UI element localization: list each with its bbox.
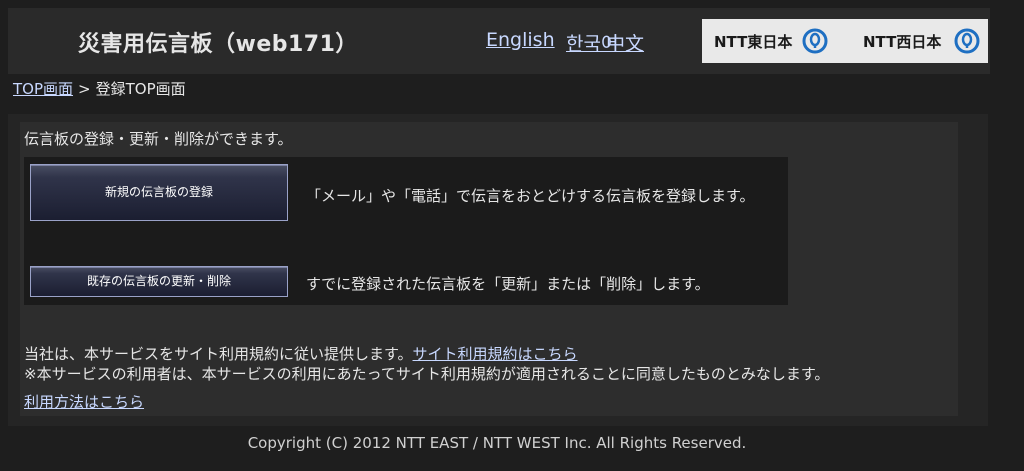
usage-notice: 利用方法はこちら xyxy=(24,391,144,412)
copyright: Copyright (C) 2012 NTT EAST / NTT WEST I… xyxy=(247,434,747,452)
breadcrumb: TOP画面 > 登録TOP画面 xyxy=(13,78,186,99)
ntt-west-logo-icon xyxy=(954,28,980,54)
site-header: 災害用伝言板（web171） English 한국어 中文 NTT東日本 NTT… xyxy=(8,8,990,74)
intro-text: 伝言板の登録・更新・削除ができます。 xyxy=(24,130,293,148)
ntt-logos: NTT東日本 NTT西日本 xyxy=(702,19,988,63)
edit-board-button[interactable]: 既存の伝言板の更新・削除 xyxy=(30,266,288,297)
lang-english-link[interactable]: English xyxy=(486,29,555,51)
site-title: 災害用伝言板（web171） xyxy=(78,32,358,57)
breadcrumb-current: 登録TOP画面 xyxy=(95,80,186,98)
new-board-description: 「メール」や「電話」で伝言をおとどけする伝言板を登録します。 xyxy=(306,187,755,205)
ntt-west-logo-text: NTT西日本 xyxy=(863,33,942,51)
main-panel: 伝言板の登録・更新・削除ができます。 新規の伝言板の登録 「メール」や「電話」で… xyxy=(8,114,988,426)
lang-chinese-link[interactable]: 中文 xyxy=(606,29,644,56)
options-box: 新規の伝言板の登録 「メール」や「電話」で伝言をおとどけする伝言板を登録します。… xyxy=(24,157,788,305)
ntt-east-logo-icon xyxy=(802,28,828,54)
terms-notice: 当社は、本サービスをサイト利用規約に従い提供します。サイト利用規約はこちら xyxy=(24,343,578,364)
terms-link[interactable]: サイト利用規約はこちら xyxy=(413,345,578,363)
breadcrumb-top-link[interactable]: TOP画面 xyxy=(13,80,73,98)
content-box: 伝言板の登録・更新・削除ができます。 新規の伝言板の登録 「メール」や「電話」で… xyxy=(20,122,958,416)
ntt-east-logo-text: NTT東日本 xyxy=(714,33,793,51)
breadcrumb-separator: > xyxy=(78,80,91,98)
terms-agreement-note: ※本サービスの利用者は、本サービスの利用にあたってサイト利用規約が適用されること… xyxy=(24,365,830,383)
terms-text: 当社は、本サービスをサイト利用規約に従い提供します。 xyxy=(24,345,413,363)
usage-link[interactable]: 利用方法はこちら xyxy=(24,393,144,411)
edit-board-description: すでに登録された伝言板を「更新」または「削除」します。 xyxy=(306,275,710,293)
new-board-button[interactable]: 新規の伝言板の登録 xyxy=(30,164,288,221)
